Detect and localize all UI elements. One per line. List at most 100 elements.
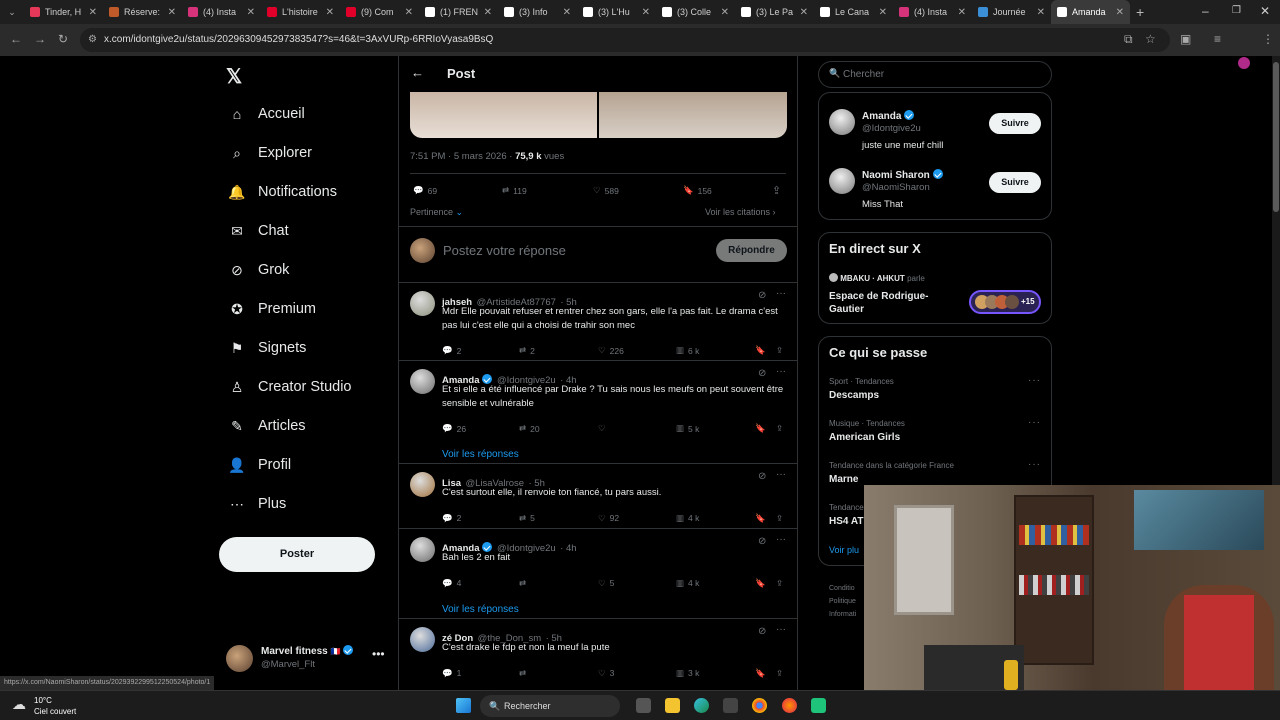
reply-post[interactable]: zé Don @the_Don_sm · 5h ⊘ ··· C'est drake l…	[399, 619, 797, 690]
close-tab-icon[interactable]: ✕	[326, 7, 334, 18]
close-tab-icon[interactable]: ✕	[405, 7, 413, 18]
new-tab-icon[interactable]: +	[1136, 4, 1144, 20]
avatar[interactable]	[829, 109, 855, 135]
avatar[interactable]	[829, 168, 855, 194]
view-count[interactable]: ▥ 4 k	[676, 513, 699, 524]
close-tab-icon[interactable]: ✕	[484, 7, 492, 18]
browser-tab[interactable]: (3) Info ✕	[498, 0, 577, 24]
start-icon[interactable]	[456, 698, 471, 713]
close-tab-icon[interactable]: ✕	[1037, 7, 1045, 18]
menu-icon[interactable]: ⋮	[1262, 32, 1274, 46]
browser-tab[interactable]: Amanda ✕	[1051, 0, 1130, 24]
post-image-2[interactable]	[599, 92, 787, 138]
share-icon[interactable]: ⇪	[776, 513, 783, 524]
store-icon[interactable]	[723, 698, 738, 713]
task-view-icon[interactable]	[636, 698, 651, 713]
bookmark-icon[interactable]: 🔖	[755, 345, 766, 356]
forward-arrow-icon[interactable]: →	[34, 32, 46, 46]
reply-post[interactable]: Amanda @Idontgive2u · 4h ⊘ ··· Bah les 2 en…	[399, 529, 797, 619]
reload-icon[interactable]: ↻	[58, 32, 68, 46]
tab-list-icon[interactable]: ⌄	[0, 7, 24, 18]
browser-tab[interactable]: (4) Insta ✕	[893, 0, 972, 24]
more-dots-icon[interactable]: ···	[1028, 375, 1041, 386]
search-input[interactable]: 🔍 Chercher	[818, 61, 1052, 88]
space-listeners-button[interactable]: +15	[969, 290, 1041, 314]
chrome-icon[interactable]	[752, 698, 767, 713]
share-icon[interactable]: ⇪	[776, 668, 783, 679]
sidebar-item-grok[interactable]: ⊘ Grok	[228, 258, 289, 282]
browser-tab[interactable]: (3) Le Pa ✕	[735, 0, 814, 24]
sidebar-item-chat[interactable]: ✉ Chat	[228, 219, 289, 243]
close-tab-icon[interactable]: ✕	[879, 7, 887, 18]
view-count[interactable]: ▥ 3 k	[676, 668, 699, 679]
show-replies-link[interactable]: Voir les réponses	[442, 604, 519, 615]
url-field[interactable]: ⚙ x.com/idontgive2u/status/2029630945297…	[80, 28, 1170, 52]
reply-input[interactable]: Postez votre réponse	[443, 243, 566, 258]
like-count[interactable]: ♡ 226	[598, 345, 624, 356]
reply-count[interactable]: 💬 2	[442, 513, 461, 524]
reply-count[interactable]: 💬 4	[442, 578, 461, 589]
follow-suggestion[interactable]: Amanda @Idontgive2u juste une meuf chill Su…	[819, 109, 1051, 159]
more-dots-icon[interactable]: •••	[372, 647, 385, 661]
edge-icon[interactable]	[694, 698, 709, 713]
sidebar-item-notifications[interactable]: 🔔 Notifications	[228, 180, 337, 204]
browser-tab[interactable]: Le Cana ✕	[814, 0, 893, 24]
avatar[interactable]	[410, 472, 435, 497]
close-window-icon[interactable]: ✕	[1260, 4, 1270, 18]
view-quotes-link[interactable]: Voir les citations ›	[705, 207, 776, 217]
browser-tab[interactable]: Réserve: ✕	[103, 0, 182, 24]
back-arrow-icon[interactable]: ←	[411, 65, 424, 80]
reply-count[interactable]: 💬 1	[442, 668, 461, 679]
grok-icon[interactable]: ⊘	[758, 626, 766, 637]
like-count[interactable]: ♡ 5	[598, 578, 614, 589]
avatar[interactable]	[410, 291, 435, 316]
view-count[interactable]: ▥ 5 k	[676, 423, 699, 434]
share-icon[interactable]: ⇪	[772, 184, 781, 197]
more-dots-icon[interactable]: ···	[776, 469, 786, 480]
follow-button[interactable]: Suivre	[989, 113, 1041, 134]
post-image-1[interactable]	[410, 92, 597, 138]
file-explorer-icon[interactable]	[665, 698, 680, 713]
avatar[interactable]	[410, 537, 435, 562]
install-icon[interactable]: ⧉	[1124, 32, 1133, 47]
site-info-icon[interactable]: ⚙	[88, 28, 97, 52]
browser-tab[interactable]: Tinder, H ✕	[24, 0, 103, 24]
footer-link[interactable]: Informati	[829, 608, 856, 621]
share-icon[interactable]: ⇪	[776, 578, 783, 589]
grok-icon[interactable]: ⊘	[758, 290, 766, 301]
more-dots-icon[interactable]: ···	[776, 534, 786, 545]
repost-count[interactable]: ⇄ 119	[502, 185, 527, 196]
media-icon[interactable]: ≡	[1214, 32, 1221, 46]
reply-post[interactable]: Lisa @LisaValrose · 5h ⊘ ··· C'est surtout …	[399, 464, 797, 529]
browser-tab[interactable]: (4) Insta ✕	[182, 0, 261, 24]
app-icon[interactable]	[811, 698, 826, 713]
close-tab-icon[interactable]: ✕	[168, 7, 176, 18]
taskbar-search[interactable]: 🔍 Rechercher	[480, 695, 620, 717]
trend-item[interactable]: Tendance HS4 AT	[829, 503, 864, 527]
browser-tab[interactable]: (1) FREN ✕	[419, 0, 498, 24]
minimize-icon[interactable]: –	[1202, 4, 1209, 18]
view-count[interactable]: ▥ 4 k	[676, 578, 699, 589]
extensions-icon[interactable]: ▣	[1180, 32, 1191, 46]
grok-icon[interactable]: ⊘	[758, 368, 766, 379]
repost-count[interactable]: ⇄	[519, 578, 530, 589]
close-tab-icon[interactable]: ✕	[721, 7, 729, 18]
browser-tab[interactable]: Journée ✕	[972, 0, 1051, 24]
trend-item[interactable]: Musique · Tendances American Girls	[829, 419, 905, 443]
reply-post[interactable]: Amanda @Idontgive2u · 4h ⊘ ··· Et si elle a…	[399, 361, 797, 464]
footer-link[interactable]: Politique	[829, 595, 856, 608]
more-dots-icon[interactable]: ···	[776, 288, 786, 299]
view-count[interactable]: ▥ 6 k	[676, 345, 699, 356]
account-switcher[interactable]: Marvel fitness 🇫🇷 @Marvel_Flt •••	[226, 643, 386, 673]
x-logo-icon[interactable]: 𝕏	[226, 64, 242, 89]
sidebar-item-profil[interactable]: 👤 Profil	[228, 453, 291, 477]
reply-count[interactable]: 💬 69	[413, 185, 437, 196]
bookmark-count[interactable]: 🔖 156	[683, 185, 712, 196]
reply-count[interactable]: 💬 26	[442, 423, 466, 434]
bookmark-icon[interactable]: 🔖	[755, 578, 766, 589]
follow-suggestion[interactable]: Naomi Sharon @NaomiSharon Miss That Suivre	[819, 168, 1051, 218]
like-count[interactable]: ♡ 3	[598, 668, 614, 679]
more-dots-icon[interactable]: ···	[776, 624, 786, 635]
reply-count[interactable]: 💬 2	[442, 345, 461, 356]
sidebar-item-plus[interactable]: ⋯ Plus	[228, 492, 286, 516]
